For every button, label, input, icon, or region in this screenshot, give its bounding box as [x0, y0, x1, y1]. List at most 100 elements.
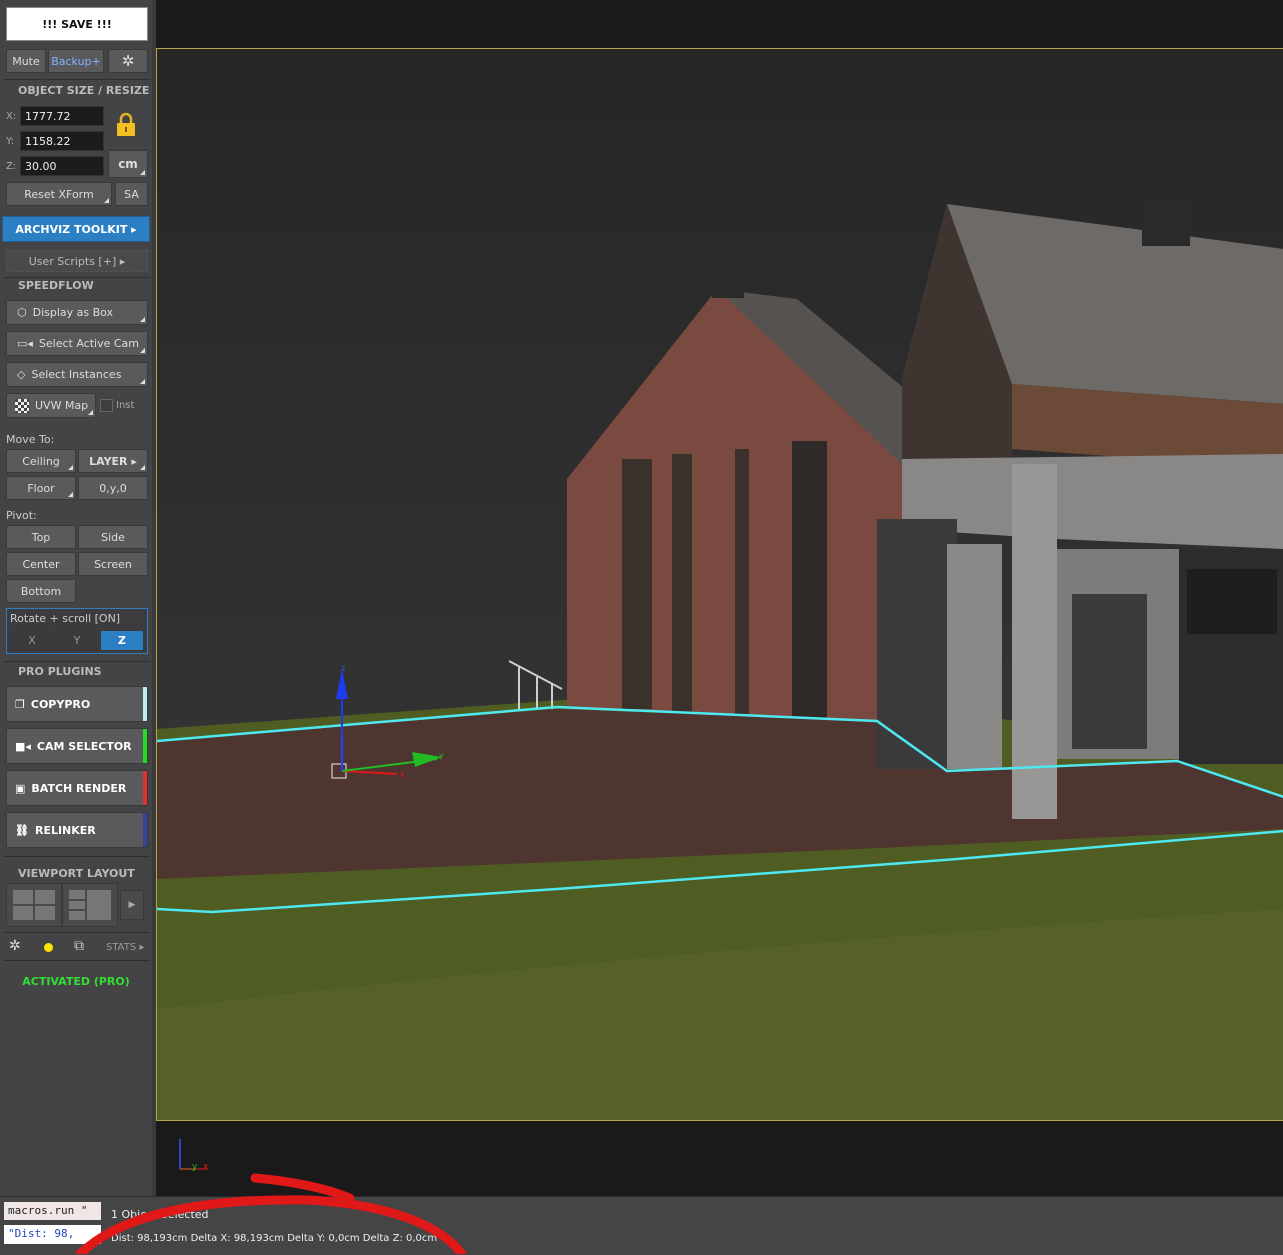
maxscript-output-field[interactable]: "Dist: 98,: [4, 1225, 101, 1244]
render-icon: ▣: [15, 781, 26, 795]
batch-render-color-bar: [143, 771, 147, 805]
status-dot-icon[interactable]: [44, 943, 53, 952]
layout-quad-button[interactable]: [6, 883, 62, 927]
settings-button[interactable]: ✲: [108, 49, 148, 73]
maxscript-listener-field[interactable]: macros.run ": [4, 1202, 101, 1220]
activated-status: ACTIVATED (PRO): [22, 975, 130, 988]
measure-status: Dist: 98,193cm Delta X: 98,193cm Delta Y…: [111, 1233, 438, 1244]
lock-icon[interactable]: [116, 112, 136, 138]
copy-icon: ❐: [15, 697, 25, 711]
relinker-label: RELINKER: [34, 823, 96, 837]
select-instances-button[interactable]: ◇ Select Instances: [6, 362, 148, 387]
stats-button[interactable]: STATS ▸: [106, 942, 144, 953]
selection-status: 1 Object Selected: [111, 1208, 209, 1221]
chevron-right-icon: ▶: [128, 900, 136, 910]
status-bar: macros.run " "Dist: 98, 1 Object Selecte…: [0, 1196, 1283, 1255]
batch-render-button[interactable]: ▣ BATCH RENDER: [6, 770, 148, 806]
gizmo-y-label: y: [439, 751, 444, 760]
world-axis-icon: y x: [179, 1139, 209, 1172]
camera-icon: ■◂: [15, 739, 31, 753]
relinker-button[interactable]: ⛓ RELINKER: [6, 812, 148, 848]
gear-icon: ✲: [121, 52, 135, 70]
size-z-field[interactable]: 30.00: [20, 156, 104, 176]
archviz-toolkit-button[interactable]: ARCHVIZ TOOLKIT ▸: [2, 216, 150, 242]
pivot-bottom-button[interactable]: Bottom: [6, 579, 76, 603]
corner-y-label: y: [192, 1162, 198, 1172]
select-active-cam-button[interactable]: ▭◂ Select Active Cam: [6, 331, 148, 356]
copypro-color-bar: [143, 687, 147, 721]
pivot-label: Pivot:: [6, 509, 37, 522]
scene-render: z x y: [157, 201, 1283, 1120]
layout-split-button[interactable]: [62, 883, 118, 927]
axis-y-button[interactable]: Y: [55, 630, 99, 651]
z-axis-label: Z:: [6, 161, 17, 172]
y-axis-label: Y:: [6, 136, 15, 147]
relinker-color-bar: [143, 813, 147, 847]
display-as-box-button[interactable]: ⬡ Display as Box: [6, 300, 148, 325]
layers-icon[interactable]: ⧉: [74, 938, 84, 954]
uvw-map-label: UVW Map: [35, 399, 89, 412]
viewport-layout-heading: VIEWPORT LAYOUT: [18, 867, 135, 880]
viewport-bottom-strip: y x: [156, 1121, 1283, 1196]
divider: [4, 661, 150, 662]
move-to-label: Move To:: [6, 433, 55, 446]
cam-selector-button[interactable]: ■◂ CAM SELECTOR: [6, 728, 148, 764]
cam-selector-color-bar: [143, 729, 147, 763]
camera-icon: ▭◂: [17, 337, 33, 350]
layout-next-button[interactable]: ▶: [120, 890, 144, 920]
x-axis-label: X:: [6, 111, 17, 122]
copypro-label: COPYPRO: [30, 697, 91, 711]
inst-label: Inst: [116, 400, 135, 411]
toolbox-panel: !!! SAVE !!! Mute Backup+ ✲ OBJECT SIZE …: [0, 0, 152, 1196]
gizmo-z-label: z: [341, 664, 345, 673]
copypro-button[interactable]: ❐ COPYPRO: [6, 686, 148, 722]
origin-button[interactable]: 0,y,0: [78, 476, 148, 500]
checker-icon: [15, 398, 29, 413]
speedflow-heading: SPEEDFLOW: [18, 279, 94, 292]
floor-button[interactable]: Floor: [6, 476, 76, 500]
rotate-scroll-label[interactable]: Rotate + scroll [ON]: [10, 612, 120, 625]
axis-x-button[interactable]: X: [10, 630, 54, 651]
reset-xform-button[interactable]: Reset XForm: [6, 182, 112, 206]
divider: [4, 79, 150, 80]
snowflake-icon[interactable]: ✲: [9, 938, 21, 954]
inst-checkbox[interactable]: [100, 399, 113, 412]
display-as-box-label: Display as Box: [32, 306, 114, 319]
object-size-heading: OBJECT SIZE / RESIZE: [18, 84, 150, 97]
pro-plugins-heading: PRO PLUGINS: [18, 665, 102, 678]
layout-quad-icon: [13, 890, 55, 920]
size-y-field[interactable]: 1158.22: [20, 131, 104, 151]
ceiling-button[interactable]: Ceiling: [6, 449, 76, 473]
cube-icon: ⬡: [17, 306, 27, 319]
divider: [4, 932, 150, 933]
corner-x-label: x: [203, 1162, 209, 1172]
instances-icon: ◇: [17, 368, 26, 381]
select-active-cam-label: Select Active Cam: [38, 337, 140, 350]
backup-button[interactable]: Backup+: [48, 49, 104, 73]
3d-viewport[interactable]: z x y: [156, 48, 1283, 1121]
layer-button[interactable]: LAYER ▸: [78, 449, 148, 473]
pivot-screen-button[interactable]: Screen: [78, 552, 148, 576]
user-scripts-button[interactable]: User Scripts [+] ▸: [6, 250, 148, 272]
sa-button[interactable]: SA: [115, 182, 148, 206]
unit-button[interactable]: cm: [108, 150, 148, 178]
batch-render-label: BATCH RENDER: [31, 781, 127, 795]
layout-split-icon: [69, 890, 111, 920]
rotate-scroll-box: Rotate + scroll [ON] X Y Z: [6, 608, 148, 654]
select-instances-label: Select Instances: [31, 368, 122, 381]
uvw-map-button[interactable]: UVW Map: [6, 393, 96, 418]
cam-selector-label: CAM SELECTOR: [36, 739, 132, 753]
link-icon: ⛓: [15, 823, 29, 837]
divider: [4, 277, 150, 278]
pivot-center-button[interactable]: Center: [6, 552, 76, 576]
gizmo-x-label: x: [400, 770, 405, 779]
pivot-top-button[interactable]: Top: [6, 525, 76, 549]
divider: [4, 960, 150, 961]
mute-button[interactable]: Mute: [6, 49, 46, 73]
save-button[interactable]: !!! SAVE !!!: [6, 7, 148, 41]
viewport-top-strip: [156, 0, 1283, 48]
divider: [4, 856, 150, 857]
size-x-field[interactable]: 1777.72: [20, 106, 104, 126]
pivot-side-button[interactable]: Side: [78, 525, 148, 549]
axis-z-button[interactable]: Z: [100, 630, 144, 651]
